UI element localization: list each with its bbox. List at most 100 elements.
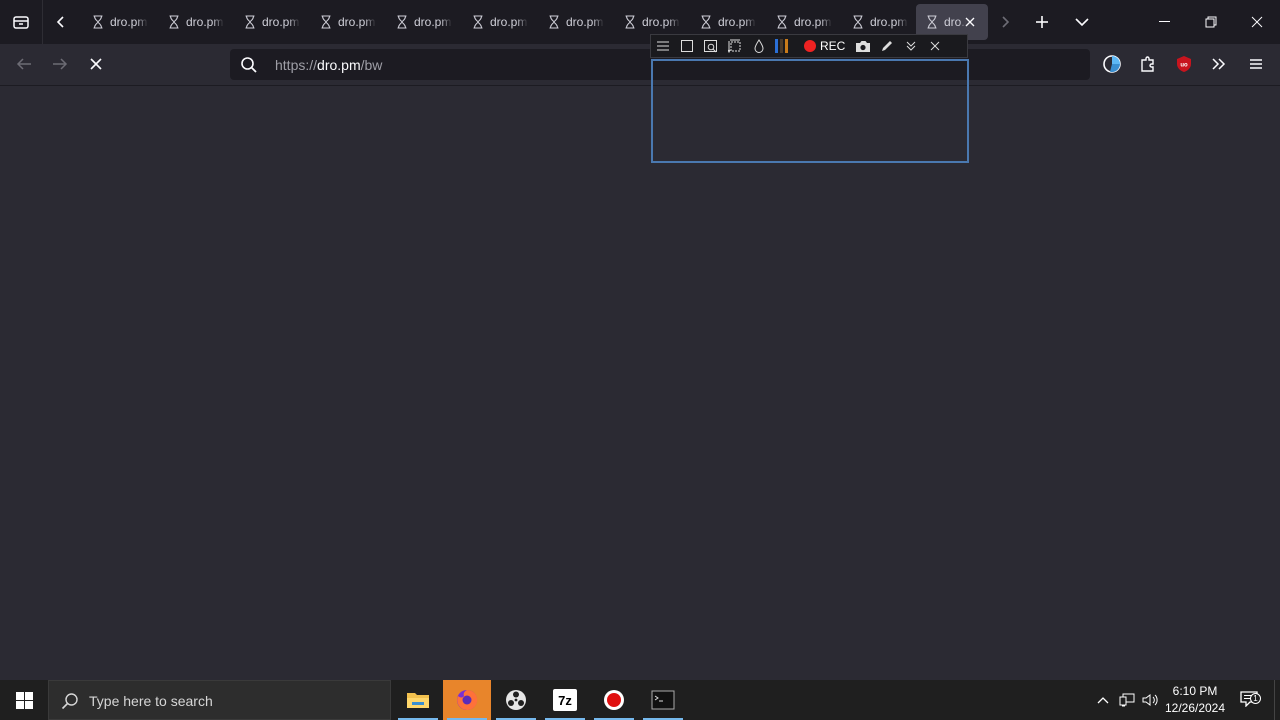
clock-date: 12/26/2024 <box>1164 701 1226 715</box>
puzzle-icon <box>1141 56 1154 72</box>
double-chevron-right-icon <box>1212 58 1226 70</box>
taskbar-file-explorer[interactable] <box>394 680 442 720</box>
restore-button[interactable] <box>1188 0 1234 44</box>
record-icon <box>804 40 816 52</box>
tab-title: dro.pm <box>186 15 224 29</box>
record-button[interactable]: REC <box>794 39 851 53</box>
extension-button[interactable] <box>1096 48 1128 80</box>
annotate-button[interactable] <box>875 35 899 57</box>
ublock-origin-icon: uo <box>1177 56 1191 72</box>
tab-close-button[interactable] <box>962 14 978 30</box>
tab-title: dro.pm <box>110 15 148 29</box>
screenshot-menu-button[interactable] <box>651 35 675 57</box>
firefox-view-button[interactable] <box>0 0 43 44</box>
taskbar-7zip[interactable]: 7z <box>541 680 589 720</box>
tab-title: dro.pm <box>718 15 756 29</box>
capture-selection-region[interactable] <box>651 59 969 163</box>
tab-title: dro.pm <box>642 15 680 29</box>
scrolling-capture-button[interactable] <box>723 35 747 57</box>
pencil-icon <box>882 41 893 51</box>
taskbar-davinci-resolve[interactable] <box>492 680 540 720</box>
region-select-button[interactable] <box>675 35 699 57</box>
svg-text:uo: uo <box>1180 63 1188 69</box>
close-window-button[interactable] <box>1234 0 1280 44</box>
extensions-button[interactable] <box>1132 48 1164 80</box>
stop-loading-button[interactable] <box>80 48 112 80</box>
tab-scroll-left-button[interactable] <box>46 6 76 38</box>
network-icon <box>1119 693 1135 707</box>
capture-button[interactable] <box>851 35 875 57</box>
action-center-button[interactable]: 1 <box>1234 680 1264 720</box>
record-label: REC <box>820 39 846 53</box>
color-picker-button[interactable] <box>747 35 771 57</box>
tab-title: dro.pm <box>870 15 908 29</box>
url-path: /bw <box>360 57 383 73</box>
volume-tray-button[interactable] <box>1140 680 1162 720</box>
windows-logo-icon <box>15 691 33 709</box>
browser-tab[interactable]: dro.pm <box>462 4 534 40</box>
close-icon <box>1251 16 1263 28</box>
scroll-capture-icon <box>728 39 741 53</box>
browser-tab[interactable]: dro.pm <box>538 4 610 40</box>
firefox-icon <box>457 689 478 710</box>
tab-scroll-right-button[interactable] <box>992 6 1018 38</box>
close-icon <box>930 41 940 51</box>
start-button[interactable] <box>0 680 48 720</box>
rectangle-select-icon <box>681 40 693 52</box>
app-menu-button[interactable] <box>1240 48 1272 80</box>
close-screenshot-tool-button[interactable] <box>923 35 947 57</box>
taskbar-obs-studio[interactable] <box>590 680 638 720</box>
hourglass-icon <box>93 15 103 29</box>
chevron-right-icon <box>1002 16 1010 28</box>
taskbar-terminal[interactable] <box>639 680 687 720</box>
tab-title: dro.pm <box>414 15 452 29</box>
window-capture-button[interactable] <box>699 35 723 57</box>
plus-icon <box>1036 16 1048 28</box>
more-tools-button[interactable] <box>1203 48 1235 80</box>
show-hidden-icons-button[interactable] <box>1092 680 1114 720</box>
network-tray-button[interactable] <box>1116 680 1138 720</box>
browser-tab[interactable]: dro.pm <box>82 4 154 40</box>
tab-title: dro.pm <box>794 15 832 29</box>
new-tab-button[interactable] <box>1026 6 1058 38</box>
navigation-toolbar: https://dro.pm/bw uo <box>0 44 1280 86</box>
forward-button[interactable] <box>44 48 76 80</box>
minimize-button[interactable] <box>1142 0 1188 44</box>
url-scheme: https:// <box>275 57 318 73</box>
show-desktop-button[interactable] <box>1274 680 1280 720</box>
double-chevron-down-icon <box>906 41 916 51</box>
notification-count-badge: 1 <box>1250 693 1261 704</box>
taskbar-search-box[interactable]: Type here to search <box>48 680 391 720</box>
arrow-right-icon <box>53 58 68 70</box>
close-icon <box>965 17 975 27</box>
taskbar-clock[interactable]: 6:10 PM 12/26/2024 <box>1162 683 1228 717</box>
back-button[interactable] <box>8 48 40 80</box>
privacy-extension-icon <box>1103 55 1121 73</box>
hourglass-icon <box>701 15 711 29</box>
screenshot-toolbar: REC <box>650 34 968 58</box>
browser-tab[interactable]: dro.pm <box>310 4 382 40</box>
chevron-left-icon <box>56 16 64 28</box>
chevron-down-icon <box>1075 18 1089 27</box>
hourglass-icon <box>169 15 179 29</box>
browser-tab[interactable]: dro.pm <box>234 4 306 40</box>
collapse-toolbar-button[interactable] <box>899 35 923 57</box>
url-text: https://dro.pm/bw <box>275 57 382 73</box>
record-icon <box>604 690 624 710</box>
color-swatches[interactable] <box>775 39 788 53</box>
minimize-icon <box>1159 21 1170 22</box>
search-icon <box>61 693 78 710</box>
clock-time: 6:10 PM <box>1172 684 1218 698</box>
hourglass-icon <box>245 15 255 29</box>
firefox-view-icon <box>13 16 29 29</box>
hourglass-icon <box>927 15 937 29</box>
taskbar-firefox[interactable] <box>443 680 491 720</box>
hourglass-icon <box>777 15 787 29</box>
tab-strip: dro.pm dro.pm dro.pm dro.pm dro.pm dro.pm dro.… <box>0 0 1280 44</box>
hamburger-menu-icon <box>1250 59 1262 69</box>
ublock-button[interactable]: uo <box>1168 48 1200 80</box>
browser-tab[interactable]: dro.pm <box>386 4 458 40</box>
list-all-tabs-button[interactable] <box>1066 6 1098 38</box>
browser-tab[interactable]: dro.pm <box>158 4 230 40</box>
restore-icon <box>1205 16 1217 28</box>
